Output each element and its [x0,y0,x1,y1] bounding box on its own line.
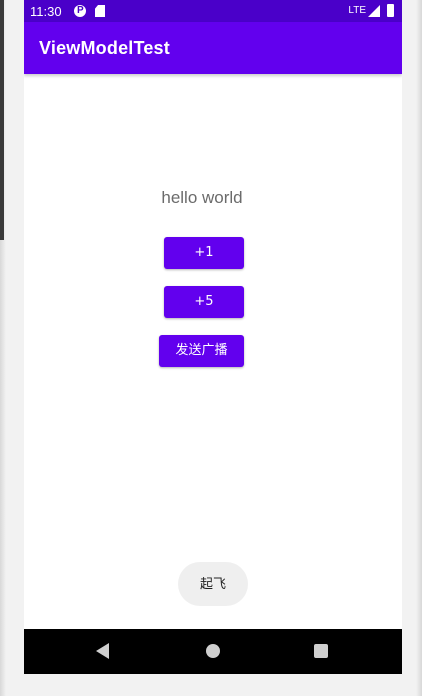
hello-text: hello world [161,188,243,207]
take-off-button[interactable]: 起飞 [178,562,248,606]
pocket-casts-icon: P [74,5,86,17]
status-time: 11:30 [30,4,62,19]
sd-card-icon [95,5,105,17]
device-frame: 11:30 P LTE ViewModelTest hello world +1… [0,0,422,696]
signal-icon [368,5,380,17]
send-broadcast-button[interactable]: 发送广播 [159,335,244,367]
app-title: ViewModelTest [39,38,170,58]
navigation-bar [24,629,402,674]
app-bar: ViewModelTest [24,22,402,74]
plus-one-button[interactable]: +1 [164,237,244,269]
home-icon[interactable] [206,644,220,658]
plus-five-button[interactable]: +5 [164,286,244,318]
back-icon[interactable] [96,643,109,659]
device-bezel [0,0,4,240]
recents-icon[interactable] [314,644,328,658]
network-type-label: LTE [348,5,366,16]
status-bar: 11:30 P LTE [24,0,402,22]
battery-icon [387,4,394,17]
phone-screen: 11:30 P LTE ViewModelTest hello world +1… [24,0,402,674]
